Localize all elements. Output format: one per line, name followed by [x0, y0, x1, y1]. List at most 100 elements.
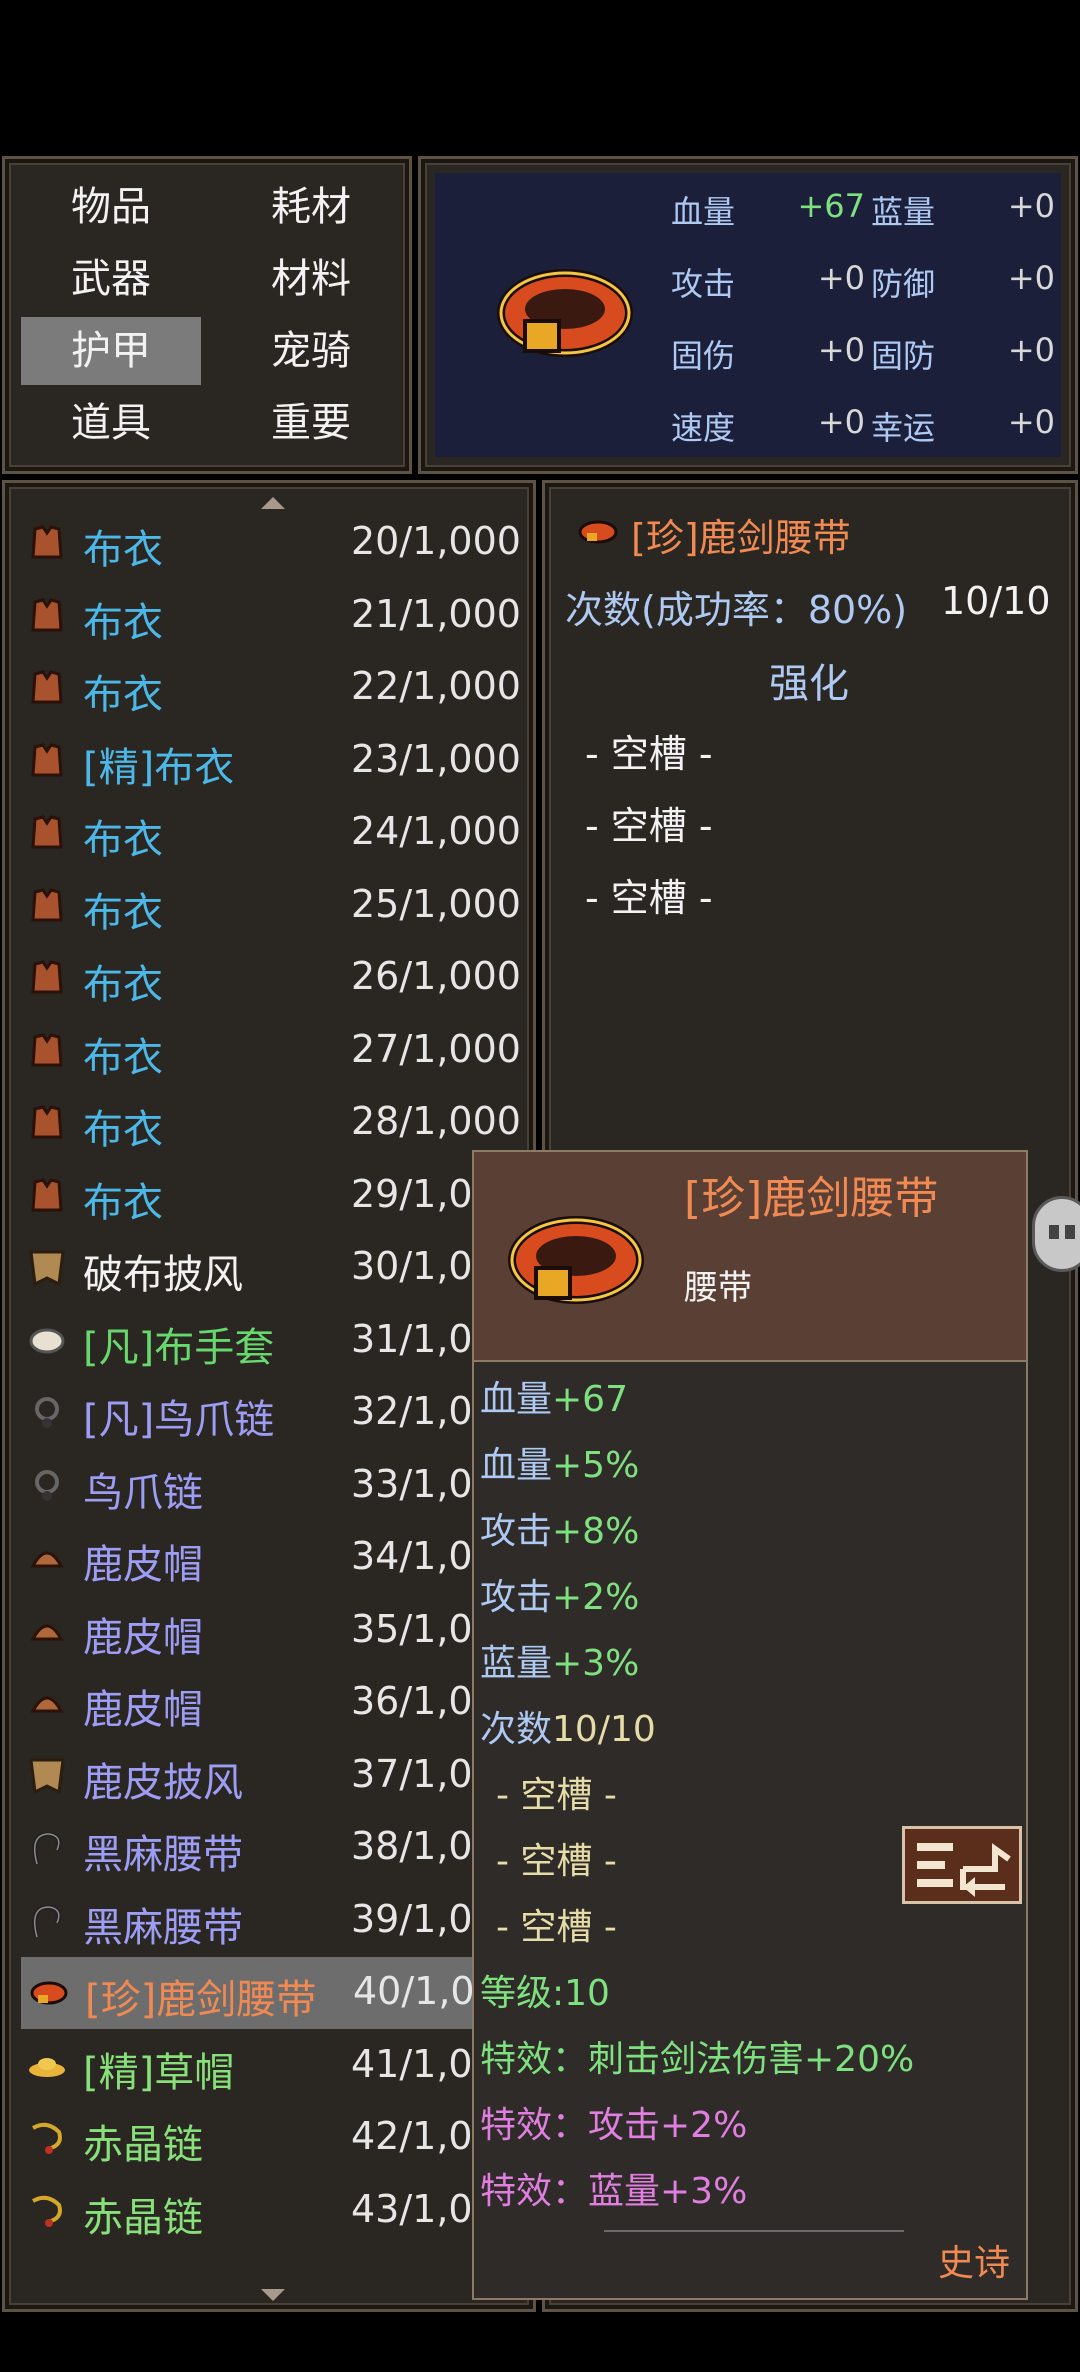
item-name: 布衣 [83, 599, 163, 646]
item-name: 鹿皮帽 [83, 1614, 203, 1661]
item-name: 布衣 [83, 889, 163, 936]
armor-icon [27, 1031, 67, 1071]
detail-attempts-label: 次数(成功率：80%) [565, 588, 908, 632]
tooltip-attr: 血量+5% [480, 1445, 640, 1486]
item-row[interactable]: [精]布衣 23/1,000 [19, 725, 529, 797]
chain-icon [27, 2118, 67, 2158]
glove-icon [27, 1321, 67, 1361]
tab-armor[interactable]: 护甲 [21, 317, 201, 385]
item-name: 布衣 [83, 672, 163, 718]
item-count: 25/1,000 [351, 881, 521, 926]
switch-equipment-button[interactable] [902, 1826, 1022, 1904]
item-name: [精]布衣 [83, 744, 235, 791]
chain-icon [27, 2191, 67, 2231]
selected-item-row[interactable]: [珍]鹿剑腰带 40/1,0 [21, 1957, 521, 2029]
enhance-button[interactable]: 强化 [769, 651, 849, 709]
item-row[interactable]: 鸟爪链 33/1,000 [19, 1450, 529, 1522]
rope-belt-icon [27, 1901, 67, 1941]
item-row[interactable]: 黑麻腰带 39/1,000 [19, 1885, 529, 1957]
item-row[interactable]: 赤晶链 43/1,000 [19, 2175, 529, 2247]
item-row[interactable]: 布衣 27/1,000 [19, 1015, 529, 1087]
item-name: 鹿皮帽 [83, 1542, 203, 1588]
rope-belt-icon [27, 1828, 67, 1868]
stat-hp-value: +67 [797, 187, 865, 225]
item-row[interactable]: 布衣 28/1,000 [19, 1087, 529, 1159]
detail-attempts-value: 10/10 [941, 579, 1051, 623]
stat-mp-label: 蓝量 [871, 193, 936, 231]
tab-items[interactable]: 物品 [21, 173, 201, 241]
item-count: 24/1,000 [351, 809, 521, 853]
item-row[interactable]: [精]草帽 41/1,0 [19, 2030, 529, 2102]
empty-slot: - 空槽 - [585, 804, 713, 848]
item-row[interactable]: 布衣 26/1,000 [19, 942, 529, 1014]
item-row[interactable]: 布衣 24/1,000 [19, 797, 529, 869]
armor-icon [27, 1176, 67, 1216]
item-row[interactable]: 布衣 20/1,000 [19, 507, 529, 579]
item-row[interactable]: [凡]鸟爪链 32/1,000 [19, 1377, 529, 1449]
tab-important[interactable]: 重要 [221, 389, 401, 457]
item-name: [珍]鹿剑腰带 [85, 1977, 317, 2023]
tooltip-effect: 特效：蓝量+3% [480, 2171, 748, 2212]
item-count: 28/1,000 [351, 1099, 521, 1143]
stat-fixed-dmg-label: 固伤 [671, 337, 736, 375]
item-row[interactable]: 布衣 21/1,000 [19, 580, 529, 652]
tab-consumables[interactable]: 耗材 [221, 173, 401, 241]
tooltip-attr: 攻击+2% [480, 1577, 640, 1618]
stat-fixed-dmg-value: +0 [817, 331, 865, 369]
armor-icon [27, 523, 67, 563]
tooltip-header: [珍]鹿剑腰带 腰带 [474, 1152, 1026, 1362]
stat-fixed-def-value: +0 [1007, 331, 1055, 369]
item-name: 黑麻腰带 [83, 1904, 243, 1951]
item-row[interactable]: 破布披风 30/1,000 [19, 1232, 529, 1304]
tab-pets-mounts[interactable]: 宠骑 [221, 317, 401, 385]
item-count: 41/1,0 [351, 2041, 473, 2086]
tab-materials[interactable]: 材料 [221, 245, 401, 313]
item-count: 20/1,000 [351, 519, 521, 563]
item-name: [精]草帽 [83, 2049, 235, 2096]
item-list[interactable]: 布衣 20/1,000 布衣 21/1,000 布衣 22/1,000 [精]布衣 23/1,… [2, 480, 536, 2312]
chat-bubble-button[interactable] [1032, 1196, 1080, 1272]
cape-icon [27, 1756, 67, 1796]
stat-fixed-def-label: 固防 [871, 337, 936, 375]
item-row[interactable]: 黑麻腰带 38/1,000 [19, 1812, 529, 1884]
item-row[interactable]: 布衣 29/1,000 [19, 1160, 529, 1232]
belt-icon [497, 269, 633, 357]
tab-tools[interactable]: 道具 [21, 389, 201, 457]
stat-hp-label: 血量 [671, 193, 736, 231]
item-count: 23/1,000 [351, 736, 521, 781]
hat-icon [27, 1611, 67, 1651]
item-name: 布衣 [83, 962, 163, 1008]
armor-icon [27, 668, 67, 708]
item-row[interactable]: 鹿皮帽 36/1,000 [19, 1667, 529, 1739]
rarity-label: 史诗 [937, 2243, 1010, 2284]
item-name: 破布披风 [83, 1252, 243, 1298]
scroll-down-arrow-icon[interactable] [261, 2289, 285, 2301]
item-name: 布衣 [83, 1107, 163, 1153]
item-count: 21/1,000 [351, 591, 521, 636]
tooltip-attr: 蓝量+3% [480, 1643, 640, 1684]
item-row[interactable]: 鹿皮帽 35/1,000 [19, 1595, 529, 1667]
item-row[interactable]: 赤晶链 42/1,000 [19, 2102, 529, 2174]
tooltip-divider [604, 2230, 904, 2232]
tooltip-item-type: 腰带 [684, 1268, 752, 1308]
hat-icon [27, 1683, 67, 1723]
belt-icon [578, 520, 618, 544]
item-count: 27/1,000 [351, 1026, 521, 1071]
item-name: 黑麻腰带 [83, 1832, 243, 1878]
stat-atk-label: 攻击 [671, 265, 736, 303]
belt-icon [29, 1973, 69, 2013]
tooltip-attr: 攻击+8% [480, 1511, 640, 1552]
tooltip-empty-slot: - 空槽 - [496, 1841, 617, 1882]
item-name: 布衣 [83, 1179, 163, 1226]
item-row[interactable]: 布衣 22/1,000 [19, 652, 529, 724]
item-row[interactable]: [凡]布手套 31/1,000 [19, 1305, 529, 1377]
item-name: 鹿皮披风 [83, 1759, 243, 1806]
item-row[interactable]: 鹿皮披风 37/1,000 [19, 1740, 529, 1812]
item-row[interactable]: 布衣 25/1,000 [19, 870, 529, 942]
item-row[interactable]: 鹿皮帽 34/1,000 [19, 1522, 529, 1594]
tab-weapons[interactable]: 武器 [21, 245, 201, 313]
item-count: 40/1,0 [353, 1969, 475, 2013]
armor-icon [27, 958, 67, 998]
stat-def-value: +0 [1007, 259, 1055, 297]
stat-atk-value: +0 [817, 259, 865, 297]
